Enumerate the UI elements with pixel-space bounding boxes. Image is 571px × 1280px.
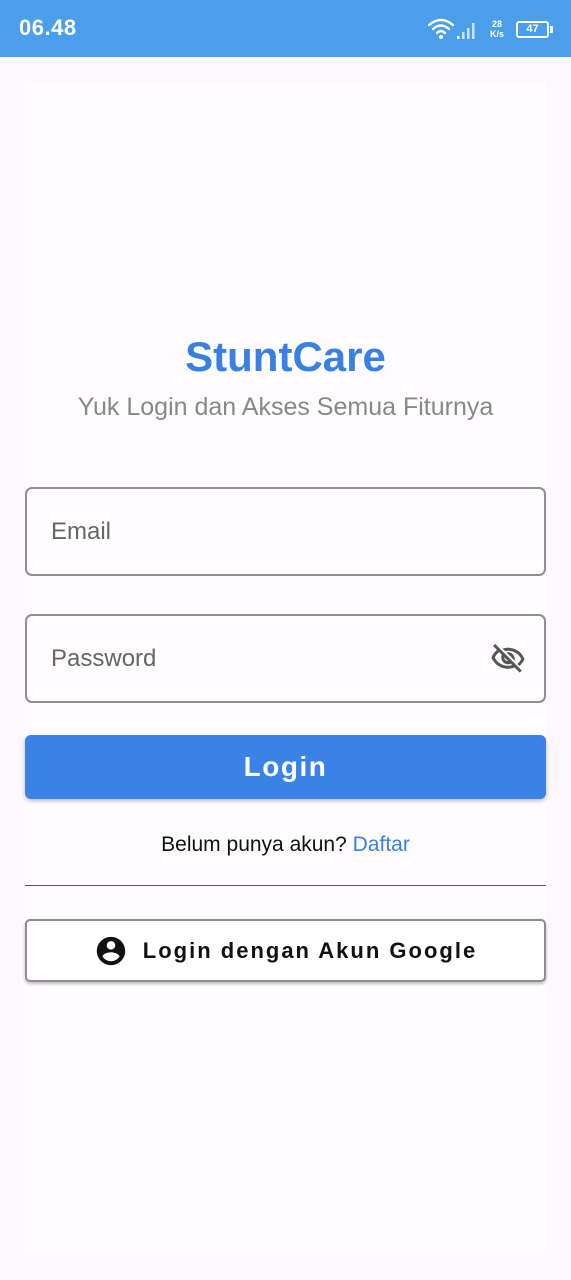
wifi-icon xyxy=(427,18,454,39)
app-title: StuntCare xyxy=(185,333,386,380)
network-speed-value: 28 xyxy=(491,19,502,29)
password-visibility-toggle[interactable] xyxy=(490,641,526,677)
register-link[interactable]: Daftar xyxy=(353,833,410,856)
status-icons: 28 K/s 47 xyxy=(427,14,553,44)
account-circle-icon xyxy=(96,936,125,965)
eye-off-icon xyxy=(491,643,525,673)
email-field-container xyxy=(25,487,546,576)
battery-icon: 47 xyxy=(516,20,549,38)
battery-level: 47 xyxy=(526,23,539,35)
network-speed: 28 K/s xyxy=(490,19,504,39)
google-login-label: Login dengan Akun Google xyxy=(142,937,478,963)
status-time: 06.48 xyxy=(19,15,77,40)
divider xyxy=(25,885,546,886)
network-speed-unit: K/s xyxy=(489,29,504,39)
page-subtitle: Yuk Login dan Akses Semua Fiturnya xyxy=(77,393,494,421)
password-field[interactable] xyxy=(51,616,481,701)
password-field-container xyxy=(25,614,546,703)
signal-icon xyxy=(456,23,475,39)
register-prompt: Belum punya akun? Daftar xyxy=(0,833,571,857)
register-prompt-text: Belum punya akun? xyxy=(161,833,347,856)
email-field[interactable] xyxy=(51,489,481,574)
status-bar: 06.48 28 K/s 47 xyxy=(0,0,571,57)
battery-tip xyxy=(550,25,553,33)
google-login-button[interactable]: Login dengan Akun Google xyxy=(25,919,546,982)
login-button[interactable]: Login xyxy=(25,735,546,799)
